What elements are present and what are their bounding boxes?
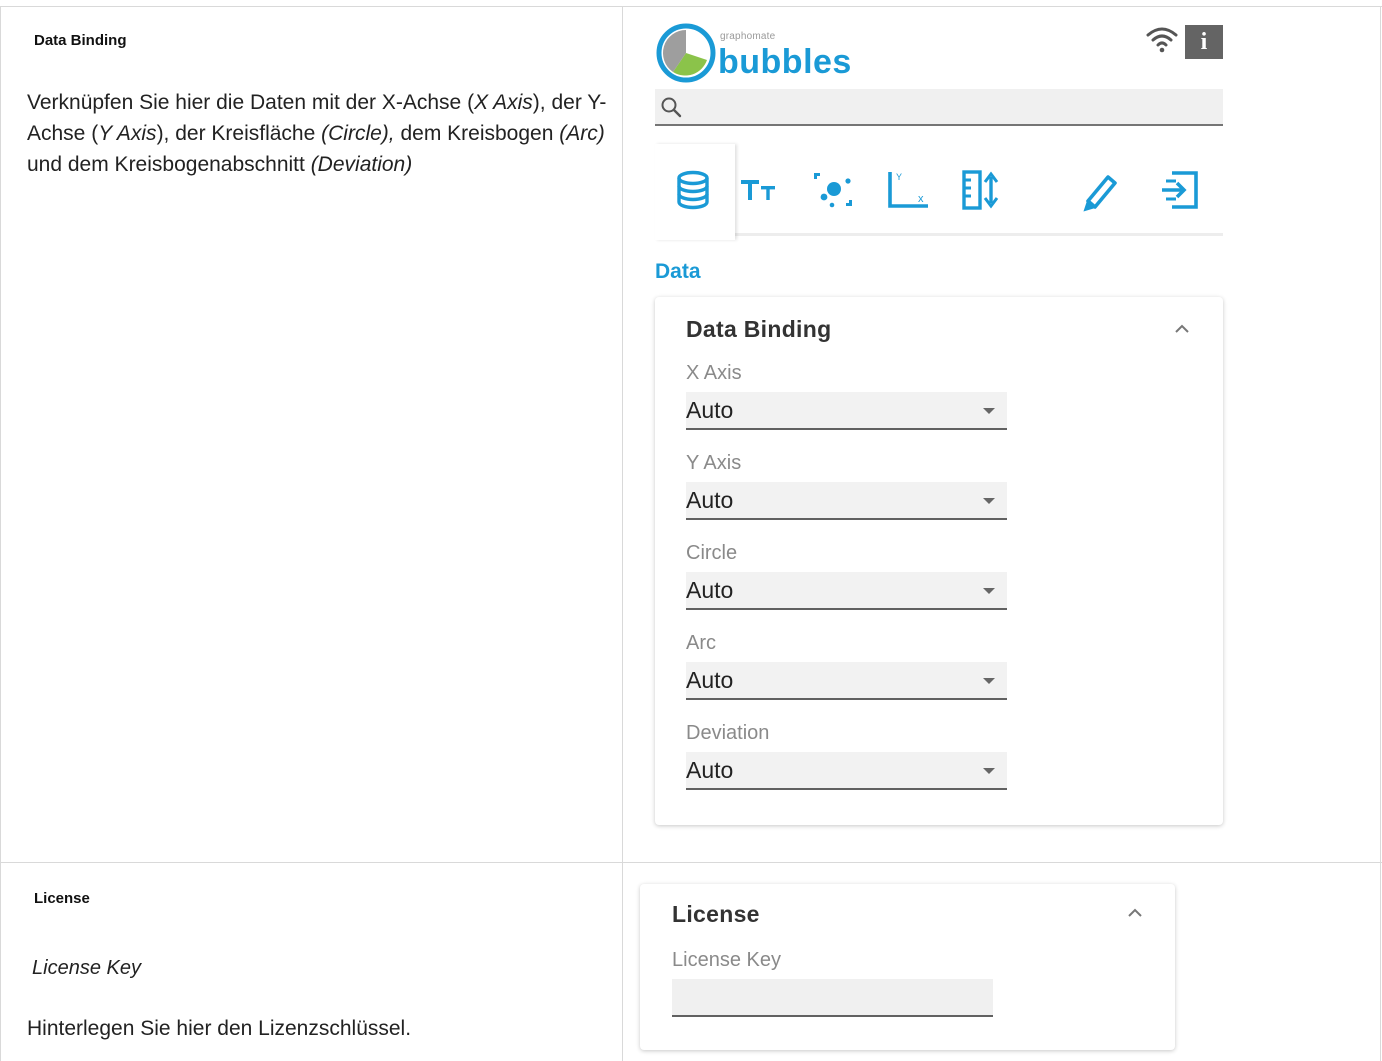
select-value: Auto [686,487,734,513]
field-label-arc: Arc [686,632,716,654]
data-binding-description: Verknüpfen Sie hier die Daten mit der X-… [27,91,607,176]
license-description: Hinterlegen Sie hier den Lizenzschlüssel… [27,1017,412,1040]
select-value: Auto [686,667,734,693]
tab-text[interactable] [735,164,787,216]
field-label-x-axis: X Axis [686,362,742,384]
field-label-deviation: Deviation [686,722,770,744]
select-value: Auto [686,757,734,783]
dropdown-arrow-icon [983,588,995,594]
select-value: Auto [686,577,734,603]
tab-scale[interactable] [955,164,1007,216]
svg-text:x: x [918,193,924,205]
logo-pie-icon [656,23,716,83]
license-card-title: License [672,901,760,927]
export-icon [1162,171,1198,209]
dropdown-arrow-icon [983,678,995,684]
database-icon [677,170,709,210]
data-binding-card: Data Binding X Axis Auto Y Axis Auto Cir… [655,297,1223,825]
dropdown-arrow-icon [983,498,995,504]
bubbles-scatter-icon [814,173,852,208]
search-input[interactable] [655,89,1223,126]
tab-export[interactable] [1155,164,1207,216]
info-icon[interactable]: i [1185,25,1223,59]
svg-text:Y: Y [896,172,902,182]
scale-icon [962,170,999,210]
settings-tabs: Y x [655,144,1223,240]
license-key-sublabel: License Key [32,957,141,979]
x-axis-select[interactable]: Auto [686,392,1007,430]
section-title-data: Data [655,260,701,283]
circle-select[interactable]: Auto [686,572,1007,610]
y-axis-select[interactable]: Auto [686,482,1007,520]
logo-product-text: bubbles [718,43,852,81]
dropdown-arrow-icon [983,408,995,414]
license-card: License License Key [640,884,1175,1050]
select-value: Auto [686,397,734,423]
row-title-license: License [34,890,90,907]
field-label-circle: Circle [686,542,738,564]
text-size-icon [741,180,775,200]
tab-bubbles[interactable] [807,164,859,216]
table-row-divider [0,862,1382,863]
row-title-data-binding: Data Binding [34,32,127,49]
field-label-license-key: License Key [672,949,781,971]
deviation-select[interactable]: Auto [686,752,1007,790]
license-key-input[interactable] [672,979,993,1017]
card-title: Data Binding [686,316,832,342]
logo-brand-text: graphomate [720,31,776,42]
table-border-top [0,6,1382,7]
pen-icon [1083,175,1117,212]
axis-icon: Y x [888,172,928,208]
tab-edit[interactable] [1075,164,1127,216]
arc-select[interactable]: Auto [686,662,1007,700]
table-border-right [1380,6,1381,1061]
wifi-icon[interactable] [1145,25,1179,53]
table-border-left [0,6,1,1061]
dropdown-arrow-icon [983,768,995,774]
field-label-y-axis: Y Axis [686,452,742,474]
collapse-chevron-icon[interactable] [1174,324,1190,334]
collapse-chevron-icon[interactable] [1127,908,1143,918]
tab-axis[interactable]: Y x [883,164,935,216]
table-column-divider [622,6,623,1061]
search-icon [661,97,682,118]
tab-data[interactable] [667,164,719,216]
